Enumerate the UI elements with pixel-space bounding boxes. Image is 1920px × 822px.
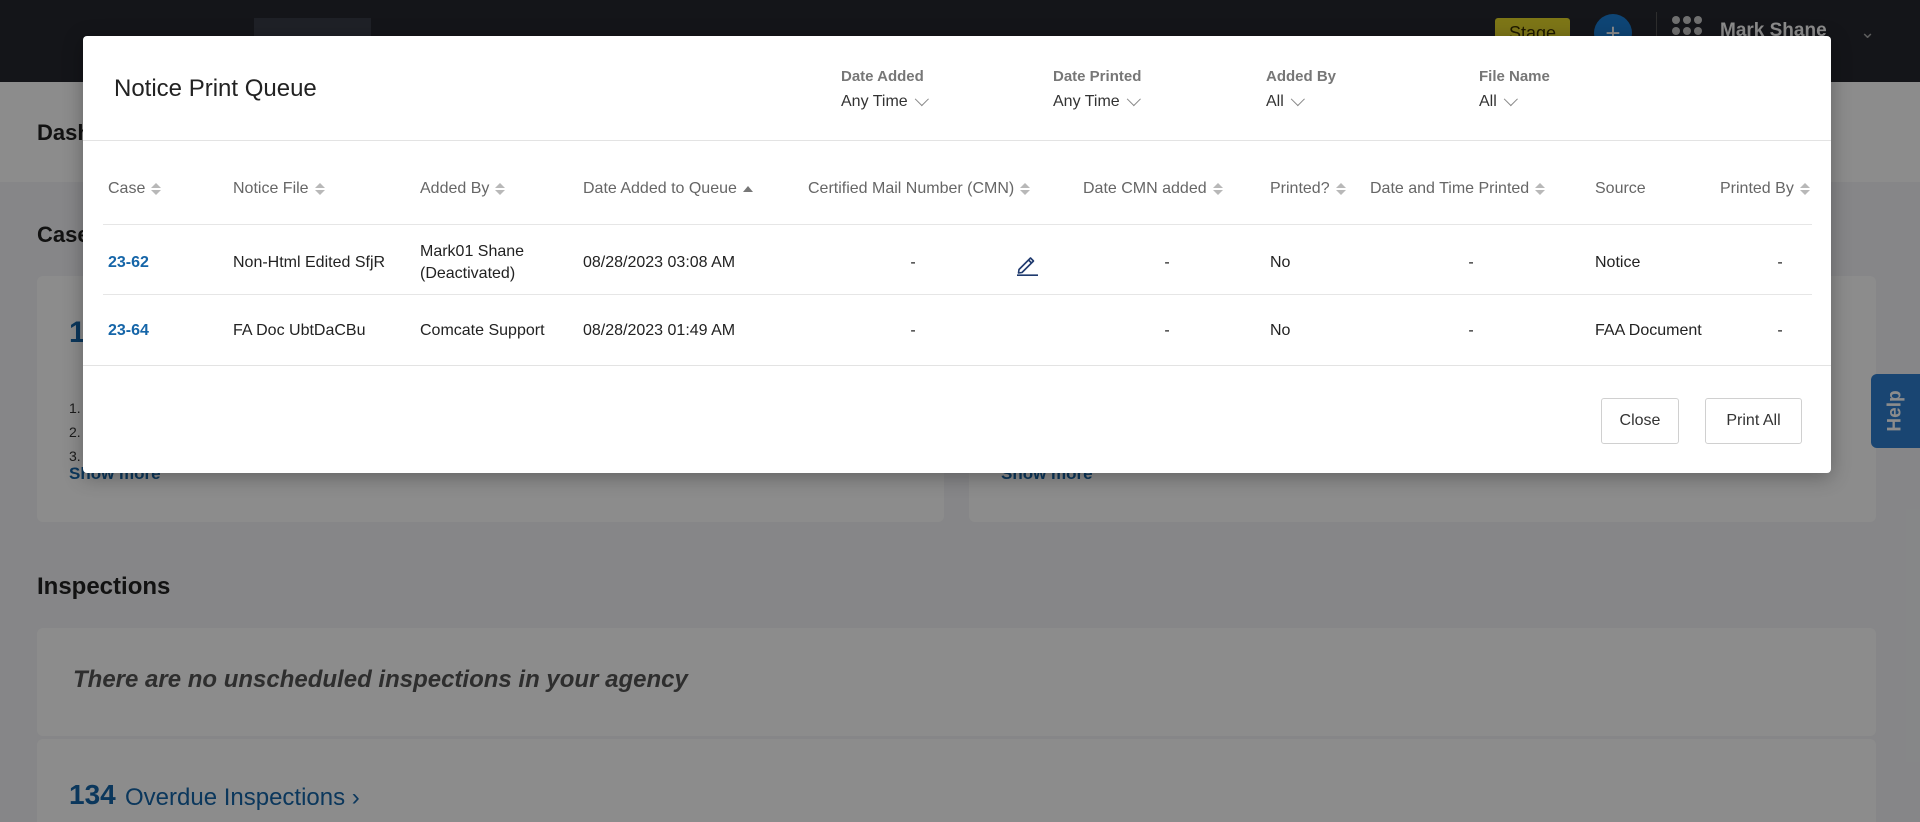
date-cmn-added-cell: - — [1164, 254, 1170, 271]
case-link[interactable]: 23-62 — [108, 254, 149, 272]
sort-icon — [495, 183, 506, 195]
sort-icon — [1799, 183, 1810, 195]
filter-value: Any Time — [1053, 93, 1120, 110]
chevron-down-icon — [1503, 92, 1518, 107]
print-queue-table: Case Notice File Added By Date Added to … — [103, 140, 1812, 362]
notice-file-cell: Non-Html Edited SfjR — [233, 254, 386, 271]
filter-date-printed: Date Printed Any Time — [1053, 68, 1141, 111]
row-divider — [103, 224, 1812, 225]
filter-dropdown[interactable]: All — [1479, 92, 1518, 111]
case-link[interactable]: 23-64 — [108, 322, 149, 340]
chevron-down-icon — [1290, 92, 1305, 107]
row-divider — [103, 294, 1812, 295]
column-label: Date Added to Queue — [583, 180, 737, 197]
column-header-notice-file[interactable]: Notice File — [233, 180, 325, 198]
printed-by-cell: - — [1777, 322, 1783, 339]
date-added-cell: 08/28/2023 01:49 AM — [583, 322, 736, 339]
notice-file-cell: FA Doc UbtDaCBu — [233, 322, 366, 339]
date-cmn-added-cell: - — [1164, 322, 1170, 339]
source-cell: FAA Document — [1595, 322, 1702, 339]
column-label: Notice File — [233, 180, 309, 197]
added-by-status: (Deactivated) — [420, 265, 516, 282]
sort-icon — [314, 183, 325, 195]
filter-dropdown[interactable]: All — [1266, 92, 1305, 111]
source-cell: Notice — [1595, 254, 1641, 271]
column-header-date-added[interactable]: Date Added to Queue — [583, 180, 753, 198]
added-by-cell: Mark01 Shane — [420, 243, 525, 260]
print-all-button[interactable]: Print All — [1705, 398, 1802, 444]
sort-icon — [1020, 183, 1031, 195]
column-label: Source — [1595, 180, 1646, 197]
date-printed-cell: - — [1468, 254, 1474, 271]
column-header-printed[interactable]: Printed? — [1270, 180, 1346, 198]
printed-by-cell: - — [1777, 254, 1783, 271]
sort-ascending-icon — [742, 186, 753, 192]
filter-label: Date Printed — [1053, 68, 1142, 85]
column-label: Printed By — [1720, 180, 1794, 197]
column-header-date-cmn-added[interactable]: Date CMN added — [1083, 180, 1223, 198]
filter-dropdown[interactable]: Any Time — [1053, 92, 1141, 111]
column-label: Printed? — [1270, 180, 1330, 197]
filter-dropdown[interactable]: Any Time — [841, 92, 929, 111]
filter-file-name: File Name All — [1479, 68, 1550, 111]
date-printed-cell: - — [1468, 322, 1474, 339]
sort-icon — [1212, 183, 1223, 195]
footer-divider — [83, 365, 1831, 366]
column-label: Date and Time Printed — [1370, 180, 1530, 197]
date-added-cell: 08/28/2023 03:08 AM — [583, 254, 736, 271]
filter-label: Added By — [1266, 68, 1337, 85]
sort-icon — [1535, 183, 1546, 195]
column-header-case[interactable]: Case — [108, 180, 162, 198]
column-header-added-by[interactable]: Added By — [420, 180, 506, 198]
sort-icon — [151, 183, 162, 195]
filter-added-by: Added By All — [1266, 68, 1336, 111]
column-label: Certified Mail Number (CMN) — [808, 180, 1015, 197]
cmn-cell: - — [910, 254, 916, 271]
filter-value: All — [1479, 93, 1497, 110]
chevron-down-icon — [914, 92, 929, 107]
printed-cell: No — [1270, 254, 1291, 271]
pencil-icon[interactable] — [1015, 252, 1039, 276]
filter-value: Any Time — [841, 93, 908, 110]
printed-cell: No — [1270, 322, 1291, 339]
filter-value: All — [1266, 93, 1284, 110]
chevron-down-icon — [1126, 92, 1141, 107]
column-label: Date CMN added — [1083, 180, 1207, 197]
sort-icon — [1335, 183, 1346, 195]
column-header-printed-by[interactable]: Printed By — [1720, 180, 1810, 198]
column-label: Added By — [420, 180, 490, 197]
modal-title: Notice Print Queue — [114, 75, 317, 102]
close-button[interactable]: Close — [1601, 398, 1679, 444]
column-header-date-printed[interactable]: Date and Time Printed — [1370, 180, 1546, 198]
cmn-cell: - — [910, 322, 916, 339]
column-header-cmn[interactable]: Certified Mail Number (CMN) — [808, 180, 1031, 198]
column-header-source: Source — [1595, 180, 1646, 198]
filter-date-added: Date Added Any Time — [841, 68, 929, 111]
filter-label: File Name — [1479, 68, 1550, 85]
added-by-cell: Comcate Support — [420, 322, 545, 339]
notice-print-queue-modal: Notice Print Queue Date Added Any Time D… — [83, 36, 1831, 473]
filter-label: Date Added — [841, 68, 924, 85]
column-label: Case — [108, 180, 146, 197]
